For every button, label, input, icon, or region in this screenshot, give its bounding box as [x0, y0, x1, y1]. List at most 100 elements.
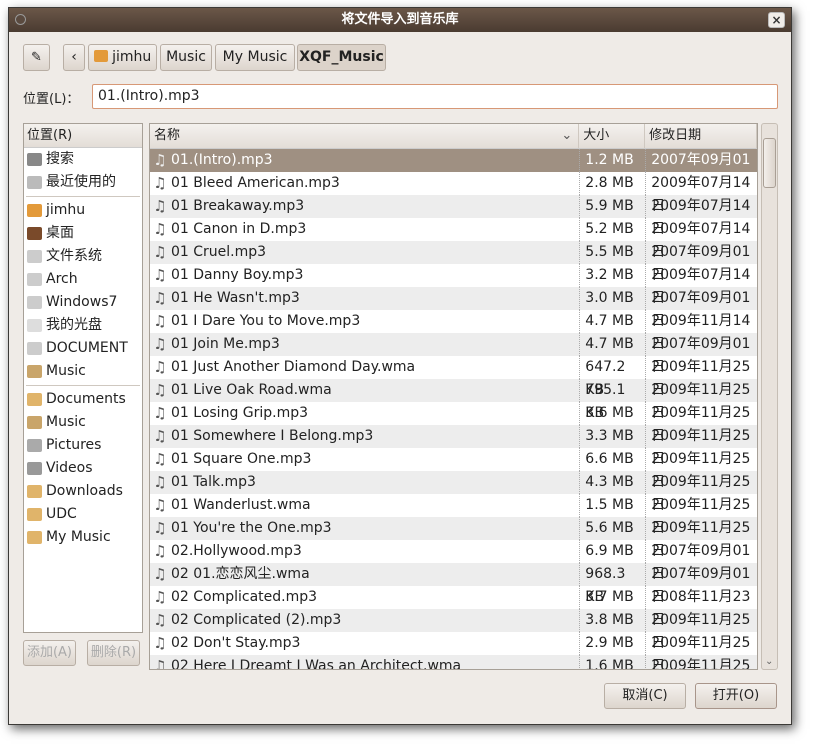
- sidebar-item[interactable]: Videos: [24, 457, 142, 480]
- file-row[interactable]: ♫ 02 Complicated.mp3 3.7 MB 2008年11月23日: [150, 586, 757, 628]
- sidebar-item-label: UDC: [46, 506, 77, 522]
- file-row[interactable]: ♫ 01 Live Oak Road.wma 795.1 KB 2009年11月25日: [150, 379, 757, 421]
- file-size: 795.1 KB: [579, 379, 645, 421]
- file-date: 2009年11月25日: [645, 379, 757, 421]
- folder-icon: [27, 485, 42, 498]
- home-folder-icon: [27, 204, 42, 217]
- file-row[interactable]: ♫ 02 01.恋恋风尘.wma 968.3 KB 2007年09月01日: [150, 563, 757, 605]
- file-row[interactable]: ♫ 01 Join Me.mp3 4.7 MB 2007年09月01日: [150, 333, 757, 375]
- file-row[interactable]: ♫ 01 Just Another Diamond Day.wma 647.2 KB…: [150, 356, 757, 398]
- file-name-cell: ♫ 01 He Wasn't.mp3: [150, 287, 579, 310]
- file-name: 02 Complicated (2).mp3: [171, 612, 342, 628]
- file-row[interactable]: ♫ 01 Cruel.mp3 5.5 MB 2007年09月01日: [150, 241, 757, 283]
- remove-bookmark-button[interactable]: 删除(R): [87, 640, 140, 666]
- breadcrumb-jimhu[interactable]: jimhu: [88, 44, 157, 71]
- sidebar-item[interactable]: Arch: [24, 268, 142, 291]
- sidebar-item[interactable]: 桌面: [24, 222, 142, 245]
- file-date: 2007年09月01日: [645, 241, 757, 283]
- file-name-cell: ♫ 01 Wanderlust.wma: [150, 494, 579, 517]
- breadcrumb-back-button[interactable]: ‹: [63, 44, 85, 71]
- file-name: 01 Wanderlust.wma: [171, 497, 311, 513]
- scrollbar-thumb[interactable]: [763, 138, 776, 188]
- file-name: 01 Talk.mp3: [171, 474, 256, 490]
- file-size: 647.2 KB: [579, 356, 645, 398]
- column-size[interactable]: 大小: [579, 124, 646, 148]
- sidebar-item[interactable]: Music: [24, 411, 142, 434]
- scroll-down-icon[interactable]: ⌄: [765, 656, 773, 667]
- file-row[interactable]: ♫ 01 Breakaway.mp3 5.9 MB 2009年07月14日: [150, 195, 757, 237]
- open-button[interactable]: 打开(O): [695, 683, 777, 709]
- file-row[interactable]: ♫ 01 I Dare You to Move.mp3 4.7 MB 2009年11月…: [150, 310, 757, 352]
- places-sidebar: 位置(R) 搜索 最近使用的 jimhu 桌面文件系统 Arch Windows7 我的光盘…: [23, 123, 143, 633]
- sidebar-item[interactable]: 最近使用的: [24, 171, 142, 194]
- close-button[interactable]: ×: [768, 12, 785, 28]
- sidebar-item[interactable]: 搜索: [24, 148, 142, 171]
- breadcrumb-music[interactable]: Music: [160, 44, 212, 71]
- music-file-icon: ♫: [153, 565, 167, 583]
- folder-icon: [27, 508, 42, 521]
- edit-location-button[interactable]: ✎: [23, 44, 50, 71]
- sidebar-item-label: Downloads: [46, 483, 123, 499]
- sidebar-item[interactable]: 我的光盘: [24, 314, 142, 337]
- file-row[interactable]: ♫ 01 Losing Grip.mp3 3.6 MB 2009年11月25日: [150, 402, 757, 444]
- breadcrumb-xqf-music[interactable]: XQF_Music: [297, 44, 386, 71]
- file-size: 3.3 MB: [579, 425, 645, 448]
- sidebar-item[interactable]: My Music: [24, 526, 142, 549]
- file-size: 4.3 MB: [579, 471, 645, 494]
- sidebar-item[interactable]: DOCUMENT: [24, 337, 142, 360]
- file-row[interactable]: ♫ 01 Danny Boy.mp3 3.2 MB 2009年07月14日: [150, 264, 757, 306]
- column-date[interactable]: 修改日期: [645, 124, 757, 148]
- breadcrumb-my-music[interactable]: My Music: [215, 44, 295, 71]
- sidebar-item[interactable]: Pictures: [24, 434, 142, 457]
- places-header[interactable]: 位置(R): [24, 124, 142, 148]
- file-row[interactable]: ♫ 02 Here I Dreamt I Was an Architect.wma…: [150, 655, 757, 670]
- sidebar-item[interactable]: Documents: [24, 388, 142, 411]
- file-row[interactable]: ♫ 01 You're the One.mp3 5.6 MB 2009年11月25日: [150, 517, 757, 559]
- sidebar-item[interactable]: Windows7: [24, 291, 142, 314]
- drive-icon: [27, 296, 42, 309]
- file-name: 02 01.恋恋风尘.wma: [171, 566, 310, 582]
- file-row[interactable]: ♫ 01 Square One.mp3 6.6 MB 2009年11月25日: [150, 448, 757, 490]
- file-name-cell: ♫ 01 I Dare You to Move.mp3: [150, 310, 579, 333]
- file-row[interactable]: ♫ 01.(Intro).mp3 1.2 MB 2007年09月01日: [150, 149, 757, 191]
- cancel-button[interactable]: 取消(C): [604, 683, 686, 709]
- sidebar-item[interactable]: Music: [24, 360, 142, 383]
- file-name-cell: ♫ 01 Canon in D.mp3: [150, 218, 579, 241]
- window-menu-icon[interactable]: [15, 14, 26, 25]
- file-row[interactable]: ♫ 01 Wanderlust.wma 1.5 MB 2009年11月25日: [150, 494, 757, 536]
- file-date: 2009年11月25日: [645, 494, 757, 536]
- file-row[interactable]: ♫ 01 He Wasn't.mp3 3.0 MB 2007年09月01日: [150, 287, 757, 329]
- file-name: 02 Complicated.mp3: [171, 589, 318, 605]
- file-date: 2009年11月25日: [645, 632, 757, 669]
- music-file-icon: ♫: [153, 519, 167, 537]
- file-row[interactable]: ♫ 02 Complicated (2).mp3 3.8 MB 2009年11月25日: [150, 609, 757, 651]
- sidebar-item[interactable]: UDC: [24, 503, 142, 526]
- location-input[interactable]: 01.(Intro).mp3: [92, 84, 778, 109]
- sidebar-item-label: 文件系统: [46, 248, 102, 264]
- file-name-cell: ♫ 02 Complicated.mp3: [150, 586, 579, 609]
- add-bookmark-button[interactable]: 添加(A): [23, 640, 76, 666]
- file-name-cell: ♫ 01 Live Oak Road.wma: [150, 379, 579, 402]
- sidebar-item-label: Arch: [46, 271, 78, 287]
- file-size: 3.8 MB: [579, 609, 645, 632]
- file-date: 2009年11月25日: [645, 609, 757, 651]
- music-file-icon: ♫: [153, 473, 167, 491]
- sidebar-item-label: Pictures: [46, 437, 102, 453]
- file-row[interactable]: ♫ 01 Somewhere I Belong.mp3 3.3 MB 2009年11月…: [150, 425, 757, 467]
- file-date: 2009年07月14日: [645, 172, 757, 214]
- music-file-icon: ♫: [153, 588, 167, 606]
- file-row[interactable]: ♫ 02 Don't Stay.mp3 2.9 MB 2009年11月25日: [150, 632, 757, 669]
- sidebar-item[interactable]: Downloads: [24, 480, 142, 503]
- sort-chevron-down-icon: ⌄: [561, 128, 573, 143]
- column-name[interactable]: 名称 ⌄: [150, 124, 580, 148]
- vertical-scrollbar[interactable]: ⌄: [761, 123, 778, 670]
- file-row[interactable]: ♫ 01 Canon in D.mp3 5.2 MB 2009年07月14日: [150, 218, 757, 260]
- file-list: 名称 ⌄ 大小 修改日期 ♫ 01.(Intro).mp3 1.2 MB 2007年09…: [149, 123, 758, 670]
- file-row[interactable]: ♫ 01 Talk.mp3 4.3 MB 2009年11月25日: [150, 471, 757, 513]
- file-name: 02 Here I Dreamt I Was an Architect.wma: [171, 658, 462, 670]
- file-row[interactable]: ♫ 01 Bleed American.mp3 2.8 MB 2009年07月14日: [150, 172, 757, 214]
- file-row[interactable]: ♫ 02.Hollywood.mp3 6.9 MB 2007年09月01日: [150, 540, 757, 582]
- file-name: 01 Join Me.mp3: [171, 336, 280, 352]
- sidebar-item[interactable]: 文件系统: [24, 245, 142, 268]
- sidebar-item[interactable]: jimhu: [24, 199, 142, 222]
